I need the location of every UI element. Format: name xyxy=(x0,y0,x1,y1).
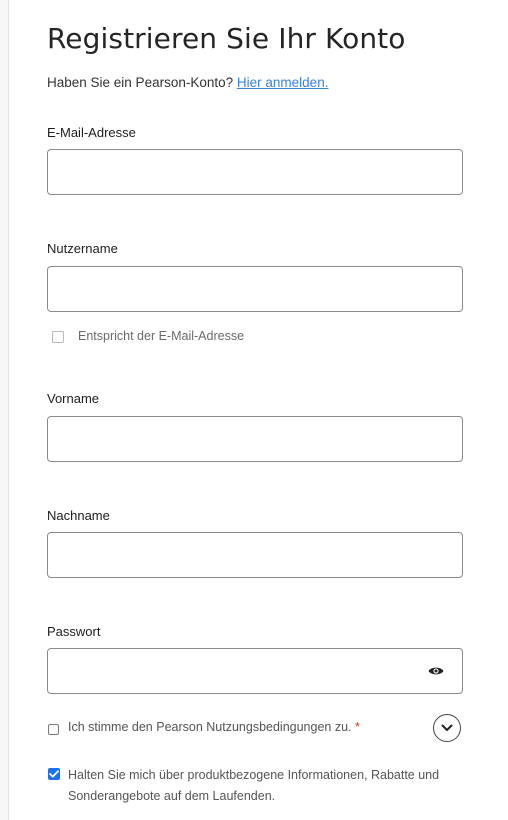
registration-card xyxy=(8,0,508,820)
promo-label: Halten Sie mich über produktbezogene Inf… xyxy=(68,768,440,803)
page-title: Registrieren Sie Ihr Konto xyxy=(47,22,406,55)
tos-label: Ich stimme den Pearson Nutzungsbedingung… xyxy=(68,720,360,734)
email-label: E-Mail-Adresse xyxy=(47,125,136,140)
same-as-email-checkbox[interactable] xyxy=(52,331,64,343)
check-icon xyxy=(49,770,59,778)
same-as-email-label: Entspricht der E-Mail-Adresse xyxy=(78,329,245,343)
login-prompt: Haben Sie ein Pearson-Konto? Hier anmeld… xyxy=(47,75,328,90)
promo-checkbox[interactable] xyxy=(48,768,60,780)
chevron-down-icon xyxy=(441,724,453,731)
tos-checkbox[interactable] xyxy=(48,724,59,735)
email-field[interactable] xyxy=(47,149,463,195)
login-prompt-text: Haben Sie ein Pearson-Konto? xyxy=(47,75,234,90)
required-mark: * xyxy=(355,720,360,734)
username-label: Nutzername xyxy=(47,241,118,256)
expand-terms-button[interactable] xyxy=(433,714,461,742)
firstname-label: Vorname xyxy=(47,391,100,406)
firstname-field[interactable] xyxy=(47,416,463,462)
password-field[interactable] xyxy=(47,648,463,694)
eye-icon[interactable] xyxy=(428,665,444,677)
login-link[interactable]: Hier anmelden. xyxy=(237,75,329,90)
tos-label-text: Ich stimme den Pearson Nutzungsbedingung… xyxy=(68,720,352,734)
password-label: Passwort xyxy=(47,624,101,639)
lastname-field[interactable] xyxy=(47,532,463,578)
lastname-label: Nachname xyxy=(47,508,110,523)
username-field[interactable] xyxy=(47,266,463,312)
